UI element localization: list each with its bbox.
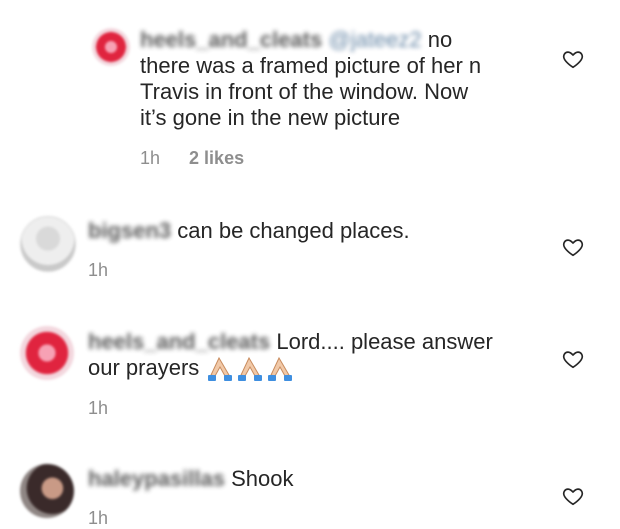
- comment-time: 1h: [88, 398, 109, 418]
- username[interactable]: haleypasillas: [88, 466, 225, 491]
- heart-outline-icon[interactable]: [562, 485, 584, 507]
- comment-reply-1: heels_and_cleats @jateez2 no there was a…: [0, 0, 620, 190]
- comment-text-line: Shook: [224, 466, 294, 491]
- comment-meta: 1h: [88, 508, 108, 529]
- comment-time: 1h: [88, 260, 109, 280]
- comment-text: haleypasillas Shook: [88, 466, 548, 492]
- comment-4: haleypasillas Shook 1h: [0, 440, 620, 528]
- comment-text-line: Travis in front of the window. Now: [140, 79, 469, 104]
- mention-link[interactable]: @jateez2: [328, 27, 421, 52]
- comment-3: heels_and_cleats Lord.... please answer …: [0, 310, 620, 430]
- avatar[interactable]: [92, 28, 130, 66]
- comment-text: bigsen3 can be changed places.: [88, 218, 548, 244]
- heart-outline-icon[interactable]: [562, 48, 584, 70]
- comment-text-line: it’s gone in the new picture: [140, 105, 401, 130]
- comment-text-line: Lord.... please answer: [270, 329, 493, 354]
- username[interactable]: bigsen3: [88, 218, 171, 243]
- folded-hands-icon: [205, 355, 295, 383]
- comment-text: heels_and_cleats Lord.... please answer …: [88, 329, 558, 383]
- avatar[interactable]: [20, 216, 76, 272]
- comment-time: 1h: [88, 508, 109, 528]
- heart-outline-icon[interactable]: [562, 236, 584, 258]
- comment-text-line: there was a framed picture of her n: [140, 53, 482, 78]
- comment-text-line: our prayers: [88, 355, 206, 380]
- comment-meta: 1h 2 likes: [140, 148, 244, 169]
- comment-text: heels_and_cleats @jateez2 no there was a…: [140, 27, 560, 131]
- comment-meta: 1h: [88, 398, 108, 419]
- comment-2: bigsen3 can be changed places. 1h: [0, 200, 620, 300]
- avatar[interactable]: [20, 464, 74, 518]
- comment-meta: 1h: [88, 260, 108, 281]
- heart-outline-icon[interactable]: [562, 348, 584, 370]
- likes-count[interactable]: 2 likes: [189, 148, 244, 168]
- username[interactable]: heels_and_cleats: [88, 329, 270, 354]
- comment-text-line: no: [421, 27, 453, 52]
- avatar[interactable]: [20, 326, 74, 380]
- comment-text-line: can be changed places.: [171, 218, 410, 243]
- username[interactable]: heels_and_cleats: [140, 27, 322, 52]
- comment-time: 1h: [140, 148, 161, 168]
